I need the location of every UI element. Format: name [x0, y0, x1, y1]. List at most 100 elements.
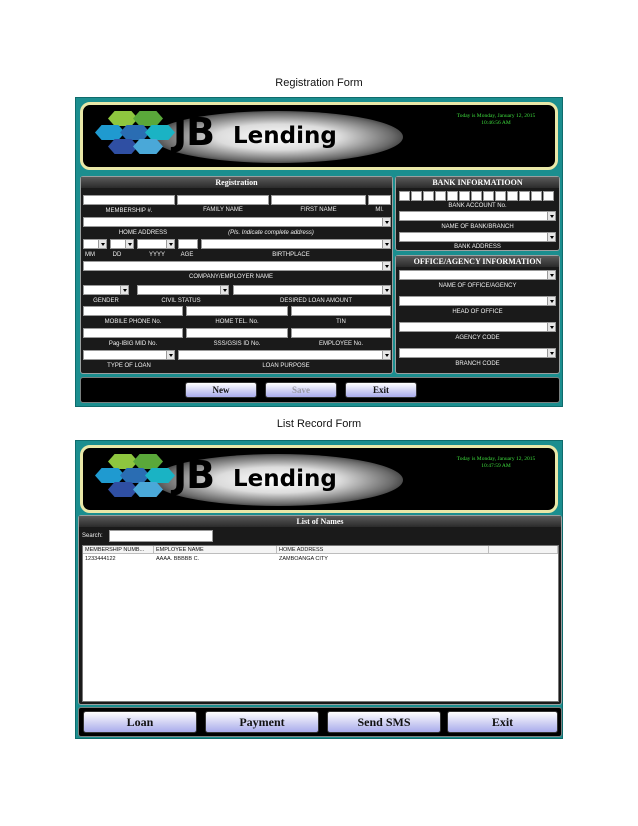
chevron-down-icon	[382, 351, 390, 359]
membership-no-input[interactable]	[83, 195, 175, 205]
registration-form-caption: Registration Form	[275, 77, 363, 89]
cell-employee-name: AAAA. BBBBB C.	[156, 556, 200, 562]
bank-account-digit-input[interactable]	[411, 191, 422, 201]
chevron-down-icon	[547, 233, 555, 241]
branch-code-label: BRANCH CODE	[455, 361, 500, 367]
office-panel-title: OFFICE/AGENCY INFORMATION	[396, 256, 559, 267]
loan-purpose-label: LOAN PURPOSE	[262, 363, 310, 369]
chevron-down-icon	[382, 240, 390, 248]
tin-input[interactable]	[291, 306, 391, 316]
office-agency-label: NAME OF OFFICE/AGENCY	[438, 283, 517, 289]
loan-purpose-dropdown[interactable]	[178, 350, 391, 360]
desired-loan-amount-dropdown[interactable]	[233, 285, 391, 295]
bank-account-dropdown[interactable]	[399, 211, 556, 221]
company-employer-dropdown[interactable]	[83, 261, 391, 271]
chevron-down-icon	[547, 271, 555, 279]
save-button[interactable]: Save	[265, 382, 337, 398]
bank-account-digit-input[interactable]	[447, 191, 458, 201]
time-text: 10:47:59 AM	[481, 463, 511, 469]
first-name-input[interactable]	[271, 195, 366, 205]
column-header-blank[interactable]	[489, 546, 558, 554]
loan-button[interactable]: Loan	[83, 711, 197, 733]
head-of-office-dropdown[interactable]	[399, 296, 556, 306]
brand-jb: JB	[173, 110, 215, 154]
time-text: 10:46:56 AM	[481, 120, 511, 126]
type-of-loan-label: TYPE OF LOAN	[107, 363, 151, 369]
sss-gsis-label: SSS/GSIS ID No.	[213, 341, 261, 347]
search-label: Search:	[82, 533, 103, 539]
bank-account-digit-input[interactable]	[495, 191, 506, 201]
brand-lending: Lending	[233, 466, 337, 492]
gender-dropdown[interactable]	[83, 285, 129, 295]
bank-account-digit-input[interactable]	[483, 191, 494, 201]
chevron-down-icon	[382, 218, 390, 226]
company-employer-label: COMPANY/EMPLOYER NAME	[189, 274, 273, 280]
exit-button[interactable]: Exit	[345, 382, 417, 398]
bank-account-digit-input[interactable]	[519, 191, 530, 201]
bank-account-digit-input[interactable]	[423, 191, 434, 201]
bank-address-label: BANK ADDRESS	[454, 244, 501, 250]
mobile-phone-label: MOBILE PHONE No.	[104, 319, 162, 325]
age-input[interactable]	[178, 239, 198, 249]
app-header: JB Lending Today is Monday, January 12, …	[80, 102, 558, 170]
employee-no-input[interactable]	[291, 328, 391, 338]
civil-status-dropdown[interactable]	[137, 285, 229, 295]
chevron-down-icon	[120, 286, 128, 294]
registration-panel-title: Registration	[81, 177, 392, 188]
chevron-down-icon	[166, 240, 174, 248]
bank-account-digit-input[interactable]	[507, 191, 518, 201]
exit-button[interactable]: Exit	[447, 711, 558, 733]
column-header-employee-name[interactable]: EMPLOYEE NAME	[154, 546, 277, 554]
mobile-phone-input[interactable]	[83, 306, 183, 316]
office-agency-panel: OFFICE/AGENCY INFORMATION NAME OF OFFICE…	[395, 255, 560, 374]
bank-branch-dropdown[interactable]	[399, 232, 556, 242]
names-grid[interactable]: MEMBERSHIP NUMB... EMPLOYEE NAME HOME AD…	[82, 545, 559, 702]
type-of-loan-dropdown[interactable]	[83, 350, 175, 360]
office-agency-dropdown[interactable]	[399, 270, 556, 280]
month-dropdown[interactable]	[83, 239, 107, 249]
chevron-down-icon	[547, 323, 555, 331]
pagibig-input[interactable]	[83, 328, 183, 338]
sss-gsis-input[interactable]	[186, 328, 288, 338]
registration-panel: Registration MEMBERSHIP #. FAMILY NAME F…	[80, 176, 393, 374]
membership-no-label: MEMBERSHIP #.	[105, 208, 153, 214]
home-tel-input[interactable]	[186, 306, 288, 316]
chevron-down-icon	[98, 240, 106, 248]
family-name-input[interactable]	[177, 195, 269, 205]
address-hint-label: (Pls. Indicate complete address)	[228, 230, 314, 236]
branch-code-dropdown[interactable]	[399, 348, 556, 358]
bank-account-digit-input[interactable]	[543, 191, 554, 201]
bank-account-label: BANK ACCOUNT No.	[448, 203, 507, 209]
home-address-dropdown[interactable]	[83, 217, 391, 227]
head-of-office-label: HEAD OF OFFICE	[452, 309, 503, 315]
send-sms-button[interactable]: Send SMS	[327, 711, 441, 733]
bank-account-digit-input[interactable]	[435, 191, 446, 201]
agency-code-dropdown[interactable]	[399, 322, 556, 332]
day-label: DD	[112, 252, 122, 258]
civil-status-label: CIVIL STATUS	[161, 298, 201, 304]
year-dropdown[interactable]	[137, 239, 175, 249]
bank-account-digit-input[interactable]	[399, 191, 410, 201]
bank-information-panel: BANK INFORMATIOON BANK ACCOUNT No. NAME …	[395, 176, 560, 251]
bank-account-digit-input[interactable]	[471, 191, 482, 201]
bank-account-digit-input[interactable]	[531, 191, 542, 201]
column-header-home-address[interactable]: HOME ADDRESS	[277, 546, 489, 554]
cell-home-address: ZAMBOANGA CITY	[279, 556, 328, 562]
bank-panel-title: BANK INFORMATIOON	[396, 177, 559, 188]
payment-button[interactable]: Payment	[205, 711, 319, 733]
home-address-label: HOME ADDRESS	[118, 230, 168, 236]
datetime-display: Today is Monday, January 12, 2015 10:47:…	[441, 456, 551, 470]
birthplace-label: BIRTHPLACE	[272, 252, 310, 258]
column-header-membership[interactable]: MEMBERSHIP NUMB...	[83, 546, 154, 554]
mi-input[interactable]	[368, 195, 391, 205]
date-text: Today is Monday, January 12, 2015	[456, 456, 536, 462]
day-dropdown[interactable]	[110, 239, 134, 249]
new-button[interactable]: New	[185, 382, 257, 398]
registration-form-window: JB Lending Today is Monday, January 12, …	[75, 97, 563, 407]
list-record-form-window: JB Lending Today is Monday, January 12, …	[75, 440, 563, 739]
birthplace-dropdown[interactable]	[201, 239, 391, 249]
age-label: AGE	[180, 252, 194, 258]
bank-account-digit-input[interactable]	[459, 191, 470, 201]
home-tel-label: HOME TEL. No.	[215, 319, 259, 325]
search-input[interactable]	[109, 530, 213, 542]
